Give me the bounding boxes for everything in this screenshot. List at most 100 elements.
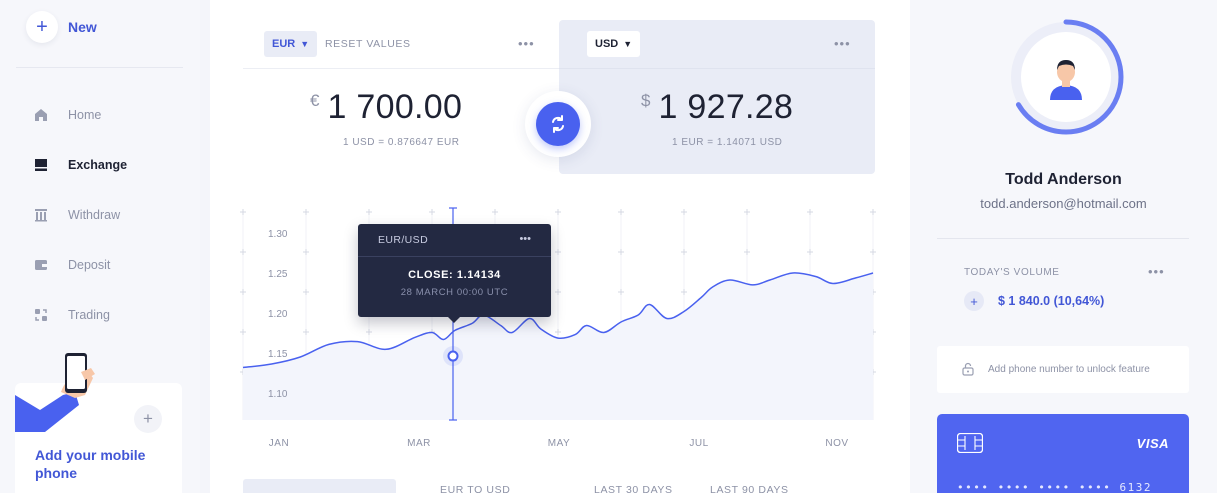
chart-tabs: EUR TO USD LAST 30 DAYS LAST 90 DAYS [243, 478, 863, 493]
grid-cross [870, 249, 876, 255]
wallet-icon [32, 256, 50, 274]
grid-cross [807, 249, 813, 255]
tab-last-30-days[interactable]: LAST 30 DAYS [594, 484, 673, 493]
grid-cross [555, 209, 561, 215]
euro-symbol: € [310, 91, 320, 110]
from-amount-value: 1 700.00 [327, 88, 463, 126]
volume-label: TODAY'S VOLUME [964, 267, 1060, 278]
grid-cross [240, 289, 246, 295]
grid-cross [681, 209, 687, 215]
lock-text: Add phone number to unlock feature [988, 364, 1150, 375]
sidebar-item-deposit[interactable]: Deposit [32, 240, 127, 290]
trading-icon [32, 306, 50, 324]
payment-card[interactable]: VISA •••• •••• •••• •••• 6132 [937, 414, 1189, 493]
grid-cross [618, 289, 624, 295]
plus-icon[interactable]: + [134, 405, 162, 433]
y-tick-label: 1.20 [268, 309, 288, 320]
sidebar-item-trading[interactable]: Trading [32, 290, 127, 340]
grid-cross [366, 329, 372, 335]
grid-cross [870, 209, 876, 215]
more-icon[interactable]: ••• [1148, 264, 1165, 279]
avatar[interactable] [1007, 18, 1125, 136]
plus-icon: + [26, 11, 58, 43]
dollar-symbol: $ [641, 91, 651, 110]
grid-cross [555, 249, 561, 255]
x-tick-label: MAY [548, 438, 570, 449]
y-tick-label: 1.30 [268, 229, 288, 240]
more-icon[interactable]: ••• [519, 233, 531, 245]
sidebar-item-label: Trading [68, 308, 110, 322]
to-amount[interactable]: $ 1 927.28 [641, 88, 793, 127]
sidebar-item-exchange[interactable]: Exchange [32, 140, 127, 190]
grid-cross [366, 209, 372, 215]
grid-cross [240, 249, 246, 255]
tooltip-date: 28 MARCH 00:00 UTC [400, 287, 509, 298]
unlock-feature-card[interactable]: Add phone number to unlock feature [937, 346, 1189, 393]
divider [243, 68, 559, 69]
sidebar-item-withdraw[interactable]: Withdraw [32, 190, 127, 240]
sidebar-item-label: Deposit [68, 258, 111, 272]
y-tick-label: 1.15 [268, 349, 288, 360]
tab-eur-to-usd[interactable]: EUR TO USD [440, 484, 510, 493]
grid-cross [744, 209, 750, 215]
chevron-down-icon: ▼ [300, 39, 310, 49]
x-tick-label: NOV [825, 438, 848, 449]
grid-cross [618, 249, 624, 255]
more-icon[interactable]: ••• [518, 36, 535, 51]
grid-cross [240, 209, 246, 215]
exchange-icon [32, 156, 50, 174]
sidebar-nav: Home Exchange Withdraw Deposit Trading [32, 90, 127, 340]
swap-icon [552, 115, 564, 133]
grid-cross [807, 209, 813, 215]
grid-cross [744, 249, 750, 255]
grid-cross [555, 289, 561, 295]
home-icon [32, 106, 50, 124]
tooltip-arrow [448, 317, 460, 323]
tab-last-90-days[interactable]: LAST 90 DAYS [710, 484, 789, 493]
from-rate: 1 USD = 0.876647 EUR [343, 137, 460, 148]
sidebar-item-label: Withdraw [68, 208, 121, 222]
reset-values-button[interactable]: RESET VALUES [325, 38, 411, 50]
grid-cross [303, 289, 309, 295]
sidebar-item-label: Exchange [68, 158, 128, 172]
chevron-down-icon: ▼ [623, 39, 633, 49]
to-currency-select[interactable]: USD ▼ [587, 31, 641, 57]
to-rate: 1 EUR = 1.14071 USD [672, 137, 783, 148]
hand-phone-illustration [15, 353, 95, 432]
tab-active-indicator [243, 479, 396, 493]
grid-cross [240, 329, 246, 335]
visa-logo: VISA [1136, 436, 1169, 451]
volume-value: $ 1 840.0 (10,64%) [998, 294, 1105, 308]
grid-cross [429, 209, 435, 215]
sidebar: + New Home Exchange Withdraw Deposit Tra… [0, 0, 200, 493]
grid-cross [681, 249, 687, 255]
from-currency-select[interactable]: EUR ▼ [264, 31, 318, 57]
y-tick-label: 1.10 [268, 389, 288, 400]
new-label: New [68, 19, 97, 35]
chart-tooltip: EUR/USD ••• CLOSE: 1.14134 28 MARCH 00:0… [358, 224, 551, 323]
profile-name: Todd Anderson [1005, 171, 1122, 188]
grid-cross [303, 209, 309, 215]
swap-currencies-button[interactable] [536, 102, 580, 146]
more-icon[interactable]: ••• [834, 36, 851, 51]
from-amount[interactable]: € 1 700.00 [310, 88, 462, 127]
sidebar-item-home[interactable]: Home [32, 90, 127, 140]
grid-cross [303, 329, 309, 335]
card-chip-icon [957, 433, 983, 453]
promo-text: Add your mobile phone [35, 447, 146, 481]
profile-panel: Todd Anderson todd.anderson@hotmail.com … [910, 0, 1217, 493]
grid-cross [681, 289, 687, 295]
grid-cross [618, 209, 624, 215]
exchange-rate-chart[interactable]: 1.30 1.25 1.20 1.15 1.10 JAN MAR MAY JUL NOV [210, 195, 910, 465]
new-button[interactable]: + New [26, 11, 97, 43]
tooltip-pair: EUR/USD [378, 234, 429, 246]
bank-icon [32, 206, 50, 224]
plus-icon[interactable]: + [964, 291, 984, 311]
lock-icon [962, 362, 974, 376]
x-tick-label: MAR [407, 438, 431, 449]
divider [937, 238, 1189, 239]
grid-cross [555, 329, 561, 335]
tooltip-close: CLOSE: 1.14134 [408, 269, 501, 281]
sidebar-item-label: Home [68, 108, 102, 122]
divider [16, 67, 183, 68]
